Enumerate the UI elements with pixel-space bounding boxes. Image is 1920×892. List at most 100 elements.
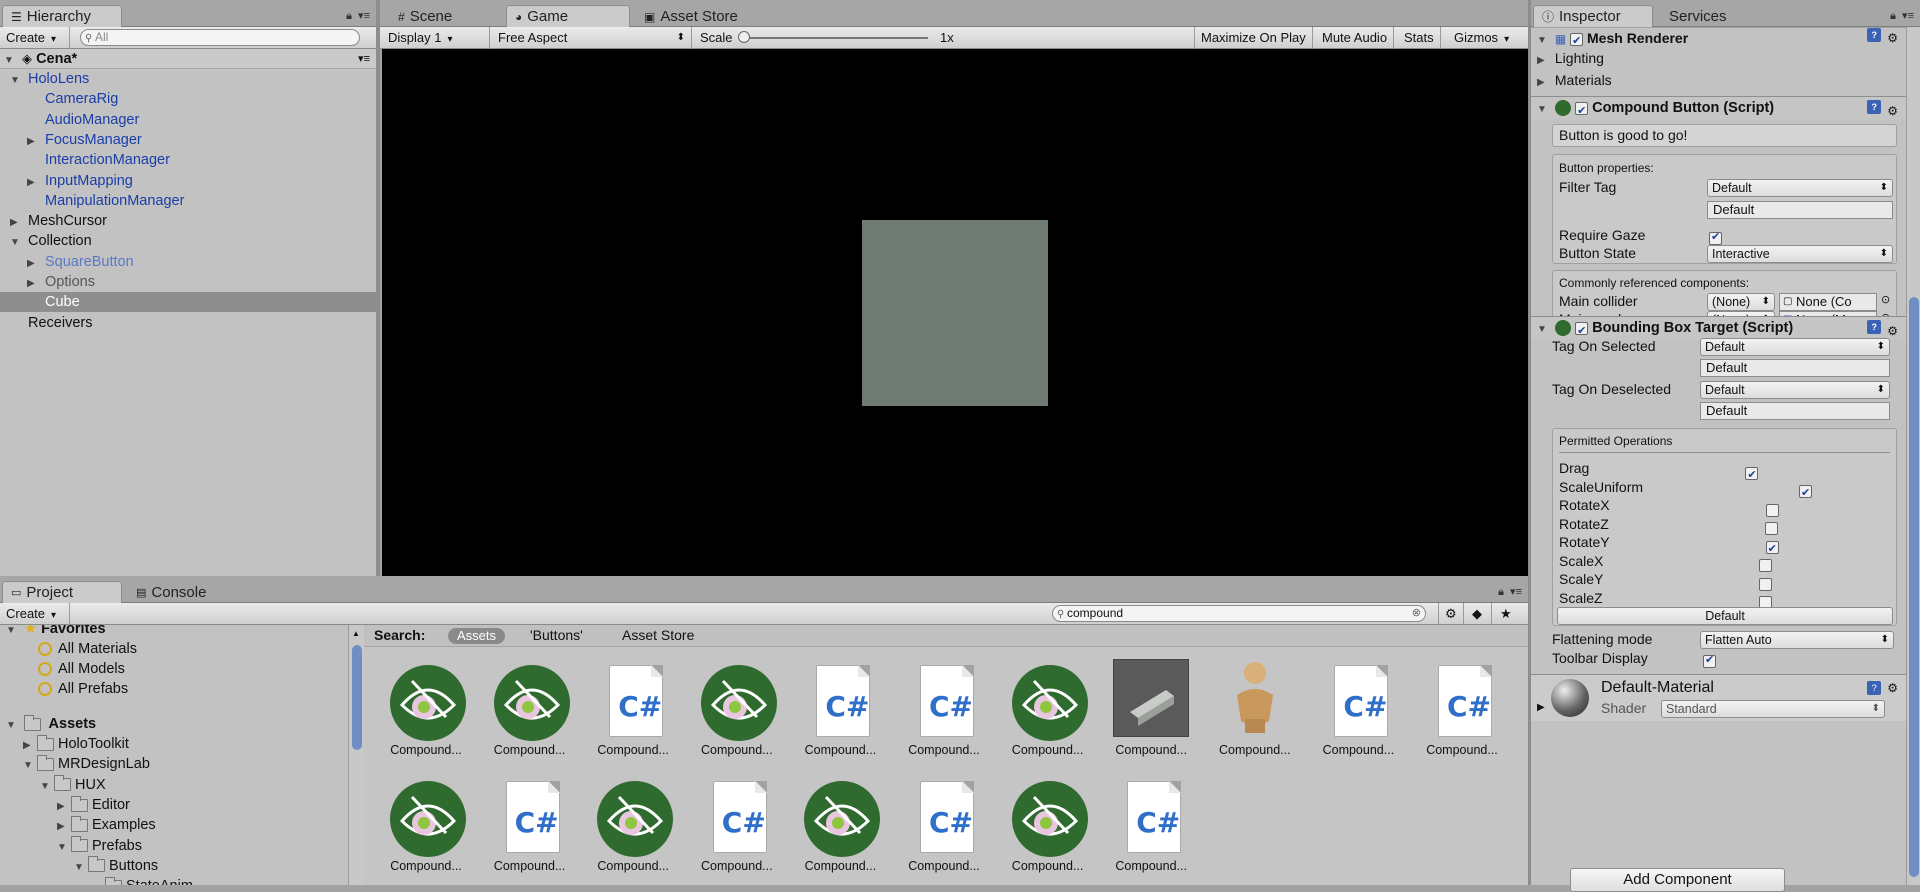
expand-open-icon[interactable]: ▼ (1537, 318, 1551, 341)
project-create-button[interactable]: Create (0, 603, 70, 625)
expand-open-icon[interactable]: ▼ (74, 858, 88, 878)
mute-audio-toggle[interactable]: Mute Audio (1316, 27, 1395, 49)
maximize-on-play-toggle[interactable]: Maximize On Play (1194, 27, 1313, 49)
asset-tile[interactable]: C# Compound... (892, 655, 996, 765)
add-component-button[interactable]: Add Component (1570, 868, 1785, 892)
tab-inspector[interactable]: ⓘ Inspector (1533, 5, 1653, 27)
clear-search-icon[interactable]: ⊗ (1412, 606, 1421, 621)
expand-closed-icon[interactable]: ▶ (27, 132, 41, 152)
scale-slider-track[interactable] (742, 37, 928, 39)
tag-on-selected-field[interactable]: Default (1700, 359, 1890, 377)
inspector-scrollbar[interactable] (1906, 27, 1920, 885)
expand-open-icon[interactable]: ▼ (57, 838, 71, 858)
help-book-icon[interactable]: ? (1867, 681, 1882, 695)
asset-tile[interactable]: C# Compound... (788, 655, 892, 765)
asset-tile[interactable]: C# Compound... (685, 771, 789, 881)
hierarchy-item[interactable]: ▶ Options (0, 272, 376, 292)
expand-closed-icon[interactable]: ▶ (27, 173, 41, 193)
folder-item[interactable]: ▼ Buttons (0, 856, 350, 876)
expand-closed-icon[interactable]: ▶ (27, 274, 41, 294)
folder-item[interactable]: StateAnim (0, 876, 350, 885)
hierarchy-item[interactable]: ▶ MeshCursor (0, 211, 376, 231)
favorites-row[interactable]: ▼ ★ Favorites (0, 625, 350, 639)
object-picker-icon[interactable]: ⊙ (1881, 293, 1890, 306)
toolbar-display-checkbox[interactable] (1703, 653, 1716, 668)
hierarchy-item[interactable]: ▶ FocusManager (0, 130, 376, 150)
expand-open-icon[interactable]: ▼ (10, 71, 24, 91)
tab-asset-store[interactable]: ▣ Asset Store (636, 5, 748, 27)
flattening-mode-dropdown[interactable]: Flatten Auto (1700, 631, 1894, 649)
asset-tile[interactable]: Compound... (581, 771, 685, 881)
hierarchy-item[interactable]: Cube (0, 292, 376, 313)
hierarchy-item[interactable]: CameraRig (0, 89, 376, 109)
favorites-item[interactable]: All Models (0, 659, 350, 679)
hierarchy-item[interactable]: ManipulationManager (0, 191, 376, 211)
aspect-dropdown[interactable]: Free Aspect ⬍ (492, 27, 692, 49)
expand-closed-icon[interactable]: ▶ (57, 797, 71, 817)
help-book-icon[interactable]: ? (1867, 320, 1882, 334)
tab-scene[interactable]: # Scene (390, 5, 462, 27)
expand-open-icon[interactable]: ▼ (23, 756, 37, 776)
scope-buttons-tab[interactable]: 'Buttons' (530, 625, 583, 646)
hierarchy-item[interactable]: ▼ HoloLens (0, 69, 376, 89)
panel-menu-icon[interactable]: ▾≡ (1510, 585, 1522, 598)
scope-asset-store-tab[interactable]: Asset Store (622, 625, 694, 646)
tab-game[interactable]: ◕ Game (506, 5, 630, 27)
gear-icon[interactable]: ⚙ (1887, 100, 1898, 123)
scale-slider-thumb[interactable] (738, 31, 750, 43)
panel-menu-icon[interactable]: ▾≡ (1902, 9, 1914, 22)
hierarchy-create-button[interactable]: Create (0, 27, 70, 49)
scrollbar-thumb[interactable] (352, 645, 362, 750)
tree-scrollbar[interactable]: ▲ (348, 625, 364, 885)
favorites-item[interactable]: All Prefabs (0, 679, 350, 699)
asset-tile[interactable]: C# Compound... (581, 655, 685, 765)
folder-item[interactable]: ▼ MRDesignLab (0, 754, 350, 774)
expand-closed-icon[interactable]: ▶ (1537, 702, 1545, 713)
asset-tile[interactable]: Compound... (478, 655, 582, 765)
scene-menu-icon[interactable]: ▾≡ (358, 49, 370, 69)
folder-item[interactable]: ▼ Prefabs (0, 836, 350, 856)
tab-hierarchy[interactable]: ☰ Hierarchy (2, 5, 122, 27)
asset-tile[interactable]: Compound... (685, 655, 789, 765)
asset-tile[interactable]: Compound... (996, 655, 1100, 765)
favorite-button[interactable]: ★ (1494, 603, 1522, 625)
asset-tile[interactable]: Compound... (374, 655, 478, 765)
game-view[interactable] (382, 49, 1528, 576)
bounding-box-enabled-checkbox[interactable] (1575, 320, 1589, 343)
tab-console[interactable]: ▤ Console (128, 581, 216, 603)
asset-tile[interactable]: C# Compound... (478, 771, 582, 881)
expand-open-icon[interactable]: ▼ (1537, 98, 1551, 121)
expand-open-icon[interactable]: ▼ (6, 716, 20, 736)
asset-tile[interactable]: Compound... (996, 771, 1100, 881)
expand-closed-icon[interactable]: ▶ (27, 254, 41, 274)
splitter[interactable] (376, 0, 380, 576)
expand-closed-icon[interactable]: ▶ (10, 213, 24, 233)
lock-icon[interactable]: 🔒︎ (1890, 10, 1896, 23)
gear-icon[interactable]: ⚙ (1887, 681, 1898, 695)
favorites-item[interactable]: All Materials (0, 639, 350, 659)
tag-on-selected-dropdown[interactable]: Default (1700, 338, 1890, 356)
material-header[interactable]: ▶ Default-Material Shader Standard ? ⚙ (1531, 675, 1906, 721)
stats-toggle[interactable]: Stats (1398, 27, 1441, 49)
tag-on-deselected-dropdown[interactable]: Default (1700, 381, 1890, 399)
asset-tile[interactable]: Compound... (1099, 655, 1203, 765)
expand-closed-icon[interactable]: ▶ (1537, 73, 1551, 93)
tag-on-deselected-field[interactable]: Default (1700, 402, 1890, 420)
tab-services[interactable]: Services (1661, 5, 1737, 27)
compound-button-enabled-checkbox[interactable] (1575, 100, 1589, 123)
scrollbar-thumb[interactable] (1909, 297, 1919, 877)
lock-icon[interactable]: 🔒︎ (346, 10, 352, 23)
project-search-input[interactable]: ⚲ compound ⊗ (1052, 605, 1426, 622)
gear-icon[interactable]: ⚙ (1887, 28, 1898, 48)
folder-item[interactable]: ▶ HoloToolkit (0, 734, 350, 754)
folder-item[interactable]: ▶ Editor (0, 795, 350, 815)
filter-type-button[interactable]: ⚙ (1438, 603, 1464, 625)
asset-tile[interactable]: Compound... (374, 771, 478, 881)
expand-open-icon[interactable]: ▼ (40, 777, 54, 797)
display-dropdown[interactable]: Display 1 (382, 27, 490, 49)
folder-item[interactable]: ▼ HUX (0, 775, 350, 795)
tab-project[interactable]: ▭ Project (2, 581, 122, 603)
materials-foldout[interactable]: ▶ Materials (1531, 70, 1906, 90)
hierarchy-item[interactable]: Receivers (0, 313, 376, 333)
hierarchy-item[interactable]: ▼ Collection (0, 231, 376, 251)
